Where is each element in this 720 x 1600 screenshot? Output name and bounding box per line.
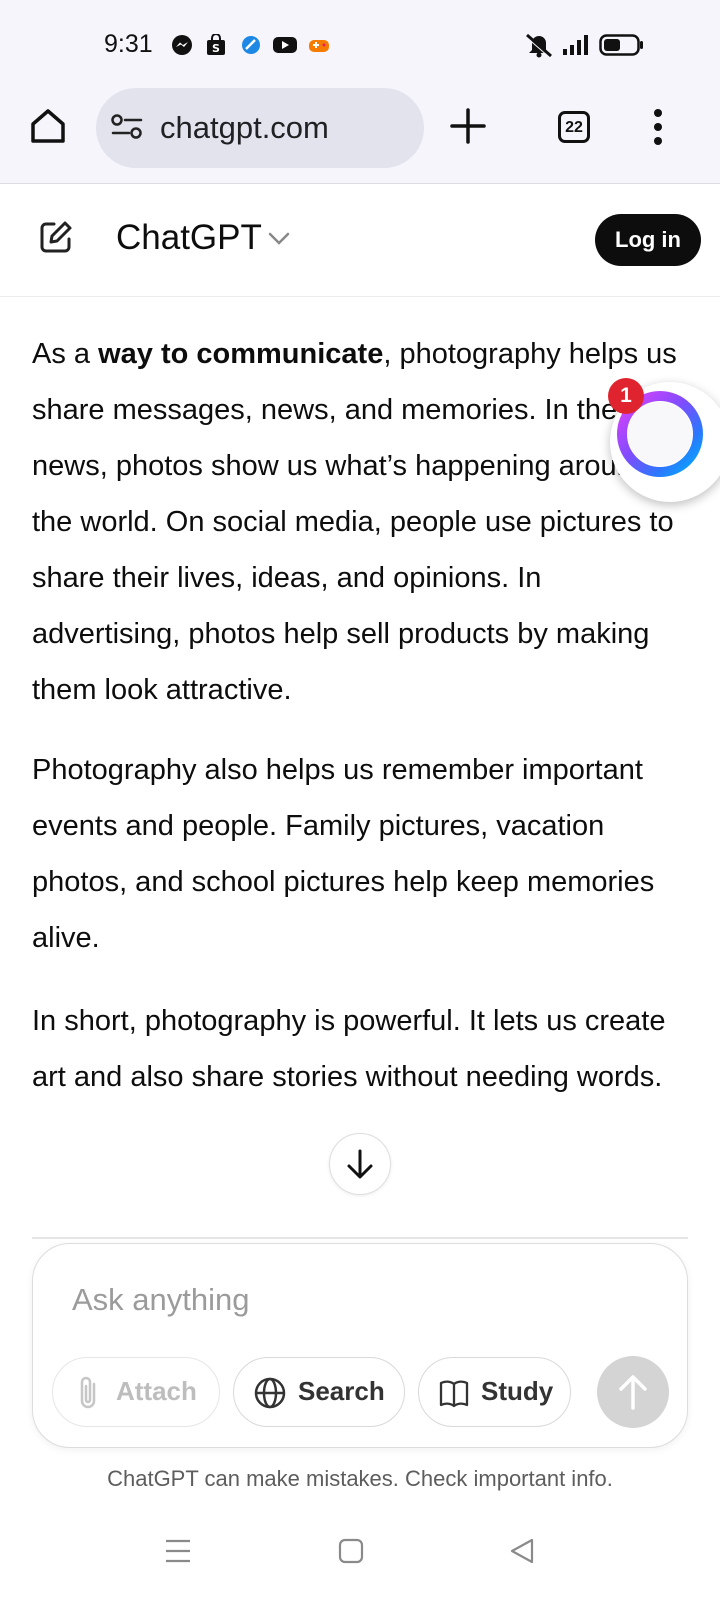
globe-icon [254,1377,286,1409]
new-tab-icon[interactable] [449,107,487,145]
message-paragraph: As a way to communicate, photography hel… [32,326,692,718]
model-selector[interactable]: ChatGPT [116,218,262,258]
back-nav-icon[interactable] [509,1538,535,1564]
disclaimer-text: ChatGPT can make mistakes. Check importa… [107,1466,613,1491]
home-icon[interactable] [28,106,68,146]
message-text: In short, photography is powerful. It le… [32,1005,666,1093]
more-options-icon[interactable] [651,108,665,146]
status-time: 9:31 [104,30,153,58]
app-icon [242,36,260,54]
tab-switcher-button[interactable]: 22 [558,111,590,143]
message-paragraph: Photography also helps us remember impor… [32,742,692,966]
svg-text:S: S [212,42,220,55]
signal-icon [563,35,588,55]
header-divider [0,296,720,297]
home-nav-icon[interactable] [338,1538,364,1564]
new-chat-icon[interactable] [38,219,74,255]
search-label: Search [298,1376,385,1406]
message-text: Photography also helps us remember impor… [32,754,655,954]
composer-divider [32,1237,688,1239]
battery-icon [599,34,643,56]
site-settings-icon[interactable] [111,113,143,141]
study-label: Study [481,1376,554,1406]
send-button[interactable] [597,1356,669,1428]
arrow-up-icon [619,1375,647,1410]
login-button[interactable]: Log in [595,214,701,266]
youtube-icon [273,37,297,53]
prompt-input[interactable] [72,1278,572,1322]
chrome-divider [0,183,720,184]
messenger-icon [172,35,192,55]
arrow-down-icon [347,1149,373,1179]
chevron-down-icon[interactable] [268,232,290,246]
message-text: , photography helps us share messages, n… [32,338,677,706]
scroll-to-bottom-button[interactable] [329,1133,391,1195]
shop-icon: S [207,34,225,55]
message-text: As a [32,338,99,370]
message-paragraph: In short, photography is powerful. It le… [32,993,692,1105]
recent-apps-icon[interactable] [165,1538,191,1564]
paperclip-icon [80,1376,96,1409]
book-icon [439,1380,469,1408]
url-text[interactable]: chatgpt.com [160,110,329,146]
mute-icon [524,33,552,58]
message-bold-text: way to communicate [98,338,384,370]
attach-label: Attach [116,1376,197,1406]
notification-badge: 1 [608,378,644,414]
game-icon [309,40,329,52]
